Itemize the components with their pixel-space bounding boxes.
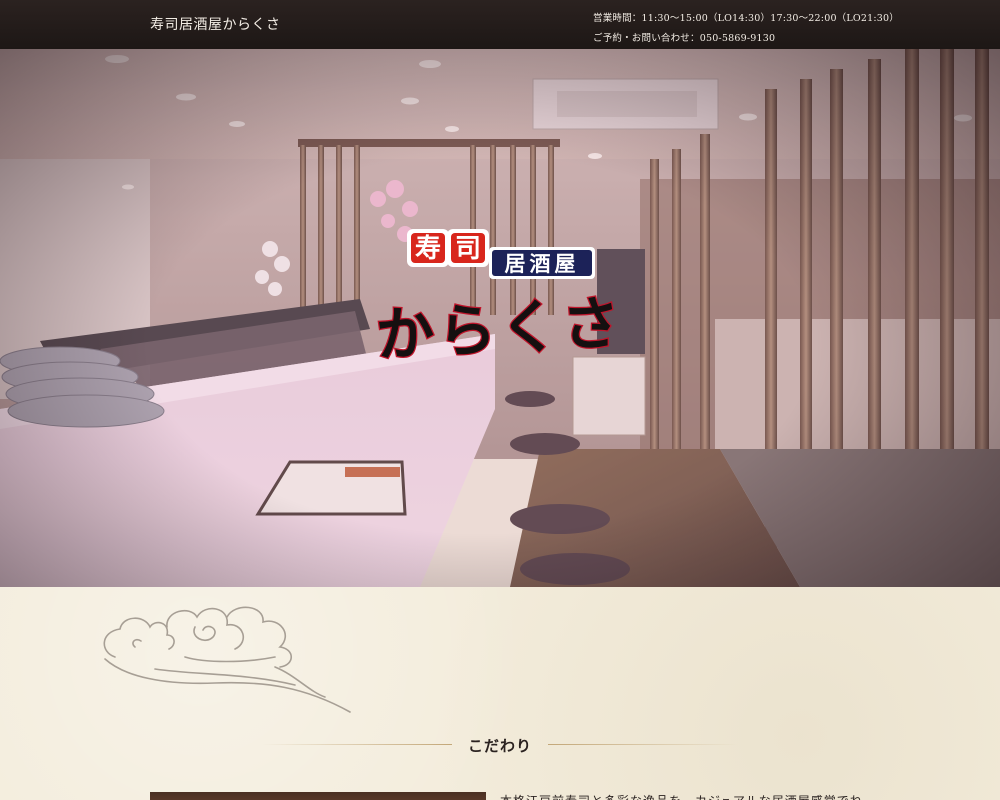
site-header: 寿司居酒屋からくさ 営業時間：11:30〜15:00（LO14:30）17:30… (0, 0, 1000, 49)
business-hours: 営業時間：11:30〜15:00（LO14:30）17:30〜22:00（LO2… (593, 13, 899, 24)
kodawari-section: こだわり 本格江戸前寿司と多彩な逸品を、カジュアルな居酒屋感覚でね (0, 587, 1000, 800)
hero-banner: 寿 司 居酒屋 からくさ (0, 49, 1000, 587)
logo-badge-sushi-1: 寿 (415, 234, 441, 264)
logo-name: からくさ (374, 289, 625, 370)
logo-badge-sushi-2: 司 (455, 234, 481, 264)
site-brand-link[interactable]: 寿司居酒屋からくさ (150, 14, 281, 34)
kodawari-image (150, 792, 486, 800)
section-title: こだわり (467, 737, 532, 755)
logo-subtitle: 居酒屋 (505, 251, 580, 276)
header-info: 営業時間：11:30〜15:00（LO14:30）17:30〜22:00（LO2… (593, 9, 899, 49)
hero-logo: 寿 司 居酒屋 からくさ (0, 49, 1000, 587)
contact-phone: ご予約・お問い合わせ：050-5869-9130 (593, 33, 776, 44)
title-divider-right (548, 744, 738, 745)
cloud-ornament-icon (103, 606, 351, 713)
kodawari-intro-text: 本格江戸前寿司と多彩な逸品を、カジュアルな居酒屋感覚でね (500, 792, 863, 800)
